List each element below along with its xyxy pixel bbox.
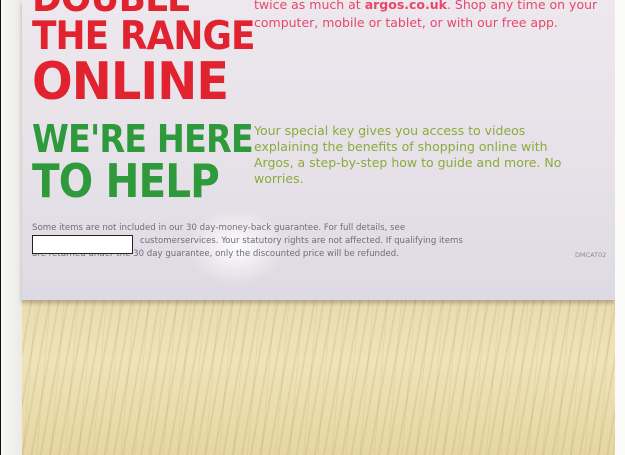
argos-leaflet: DOUBLE THE RANGE ONLINE twice as much at… [22, 0, 615, 300]
headline-red-line-3: ONLINE [32, 52, 229, 112]
photo-right-edge [615, 0, 625, 455]
photo-left-edge [0, 0, 22, 455]
argos-website-text: argos.co.uk [364, 0, 447, 12]
wooden-table [22, 296, 615, 455]
redaction-box [32, 235, 133, 254]
photo: DOUBLE THE RANGE ONLINE twice as much at… [0, 0, 625, 455]
special-key-copy: Your special key gives you access to vid… [254, 123, 562, 186]
double-range-copy: twice as much at argos.co.uk. Shop any t… [254, 0, 614, 32]
headline-here-to-help: WE'RE HERE TO HELP [32, 117, 254, 208]
headline-green-line-1: WE'RE HERE [32, 117, 254, 161]
fine-print-line-1: Some items are not included in our 30 da… [32, 223, 406, 233]
leaflet-code: DMCAT02 [575, 251, 607, 259]
headline-green-line-2: TO HELP [32, 154, 220, 208]
headline-red-line-2: THE RANGE [32, 14, 256, 59]
copy-red-prefix: twice as much at [254, 0, 365, 12]
headline-double-range-online: DOUBLE THE RANGE ONLINE [32, 0, 256, 112]
